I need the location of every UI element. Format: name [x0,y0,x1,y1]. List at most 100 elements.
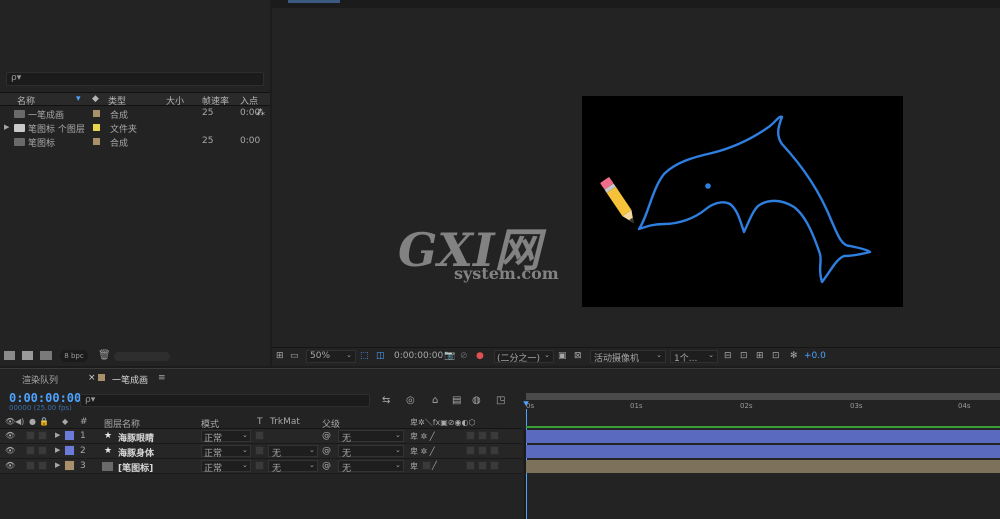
layer-name[interactable]: [笔图标] [118,461,153,474]
solo-box[interactable] [26,446,35,455]
layer-switches[interactable]: 卑 [410,461,418,472]
show-snapshot-icon[interactable]: ⊘ [460,351,468,361]
solo-box[interactable] [26,431,35,440]
expand-triangle-icon[interactable]: ▶ [55,461,60,469]
work-area-bar[interactable] [526,393,1000,400]
tab-render-queue[interactable]: 渲染队列 [22,373,58,386]
switch-box[interactable] [478,461,487,470]
expand-triangle-icon[interactable]: ▶ [55,431,60,439]
col-t[interactable]: T [257,417,263,427]
trkmat-select[interactable]: 无 ⌄ [268,460,318,474]
label-swatch[interactable] [93,110,100,117]
layer-duration-bar[interactable] [526,445,1000,458]
layer-duration-bar[interactable] [526,460,1000,473]
solo-icon[interactable]: ● [29,417,36,426]
tab-composition[interactable]: 一笔成画 [112,373,148,386]
timeline-timecode[interactable]: 0:00:00:00 [9,391,81,405]
lock-box[interactable] [38,431,47,440]
mode-select[interactable]: 正常 ⌄ [201,445,251,459]
always-preview-icon[interactable]: ⊞ [276,351,284,361]
interpret-footage-icon[interactable] [4,351,15,360]
project-item[interactable]: 笔图标 合成 25 0:00 [0,135,270,149]
label-swatch[interactable] [93,124,100,131]
lock-icon[interactable]: 🔒 [39,417,49,426]
switches-icons[interactable]: 卑✲＼fx▣⊘◉◐⬡ [410,417,475,428]
layer-label-swatch[interactable] [64,460,75,471]
layer-label-swatch[interactable] [64,430,75,441]
trash-icon[interactable]: 🗑 [98,350,111,361]
switch-box[interactable] [466,431,475,440]
parent-select[interactable]: 无 ⌄ [338,430,404,444]
graph-editor-icon[interactable]: ◳ [496,395,505,406]
new-composition-icon[interactable] [40,351,52,360]
3d-renderer-icon[interactable]: ⊡ [772,351,780,361]
layer-row[interactable]: 👁 ▶ 3 [笔图标] 正常 ⌄ 无 ⌄ @ 无 ⌄ 卑 ╱ [0,459,522,474]
exposure-value[interactable]: +0.0 [804,351,826,361]
layer-row[interactable]: 👁 ▶ 2 ★ 海豚身体 正常 ⌄ 无 ⌄ @ 无 ⌄ 卑 ✲ ╱ [0,444,522,459]
parent-select[interactable]: 无 ⌄ [338,445,404,459]
switch-box[interactable] [466,446,475,455]
solo-box[interactable] [26,461,35,470]
switch-box[interactable] [478,446,487,455]
monitor-icon[interactable]: ▭ [290,351,299,361]
zoom-select[interactable]: 50% ⌄ [306,350,356,363]
snapshot-icon[interactable]: 📷 [444,351,455,361]
comp-flowchart-icon[interactable]: ⊞ [756,351,764,361]
camera-select[interactable]: 活动摄像机 ⌄ [590,350,666,364]
pickwhip-icon[interactable]: @ [322,446,331,456]
shy-layers-icon[interactable]: ⌂ [432,395,438,406]
layer-duration-bar[interactable] [526,430,1000,443]
parent-select[interactable]: 无 ⌄ [338,460,404,474]
composition-canvas[interactable] [582,96,903,307]
switch-box[interactable] [422,461,431,470]
label-swatch[interactable] [93,138,100,145]
project-item[interactable]: ▶ 笔图标 个图层 文件夹 [0,121,270,135]
audio-icon[interactable]: ◀) [15,417,24,426]
col-type[interactable]: 类型 [108,94,126,107]
col-in[interactable]: 入点 [240,94,258,107]
preserve-transparency-box[interactable] [255,461,264,470]
viewer-timecode[interactable]: 0:00:00:00 [394,351,443,361]
expand-triangle-icon[interactable]: ▶ [55,446,60,454]
quality-switch-icon[interactable]: ╱ [432,461,437,470]
region-of-interest-icon[interactable]: ⬚ [360,351,369,361]
eye-icon[interactable]: 👁 [5,446,15,455]
layer-switches[interactable]: 卑 ✲ ╱ [410,446,435,457]
frame-blending-icon[interactable]: ▤ [452,395,461,406]
col-trkmat[interactable]: TrkMat [270,417,300,427]
switch-box[interactable] [490,446,499,455]
tab-close-icon[interactable]: × [88,373,96,383]
mode-select[interactable]: 正常 ⌄ [201,460,251,474]
expand-triangle-icon[interactable]: ▶ [4,123,9,131]
timeline-search-input[interactable]: ρ▾ [80,394,370,407]
resolution-select[interactable]: (二分之一) ⌄ [494,350,554,364]
switch-box[interactable] [490,431,499,440]
layer-switches[interactable]: 卑 ✲ ╱ [410,431,435,442]
lock-box[interactable] [38,446,47,455]
bpc-toggle[interactable]: 8 bpc [60,350,88,362]
eye-icon[interactable]: 👁 [5,417,15,426]
tab-menu-icon[interactable]: ≡ [158,373,166,383]
layer-name[interactable]: 海豚眼睛 [118,431,154,444]
preserve-transparency-box[interactable] [255,431,264,440]
col-name[interactable]: 名称 [17,94,35,107]
eye-icon[interactable]: 👁 [5,461,15,470]
switch-box[interactable] [478,431,487,440]
switch-box[interactable] [466,461,475,470]
sort-chevron-icon[interactable]: ▾ [76,94,81,104]
grid-toggle-icon[interactable]: ⊠ [574,351,582,361]
new-folder-icon[interactable] [22,351,33,360]
layer-name[interactable]: 海豚身体 [118,446,154,459]
view-layout-select[interactable]: 1个... ⌄ [670,350,718,364]
flowchart-view-icon[interactable]: ⊡ [740,351,748,361]
transparency-grid-icon[interactable]: ◫ [376,351,385,361]
label-tag-icon[interactable]: ◆ [62,417,68,426]
channel-icon[interactable]: ● [476,351,484,361]
eye-icon[interactable]: 👁 [5,431,15,440]
draft-3d-icon[interactable]: ◎ [406,395,415,406]
toggle-pixel-aspect-icon[interactable]: ⊟ [724,351,732,361]
pickwhip-icon[interactable]: @ [322,461,331,471]
mode-select[interactable]: 正常 ⌄ [201,430,251,444]
col-fps[interactable]: 帧速率 [202,94,229,107]
switch-box[interactable] [490,461,499,470]
